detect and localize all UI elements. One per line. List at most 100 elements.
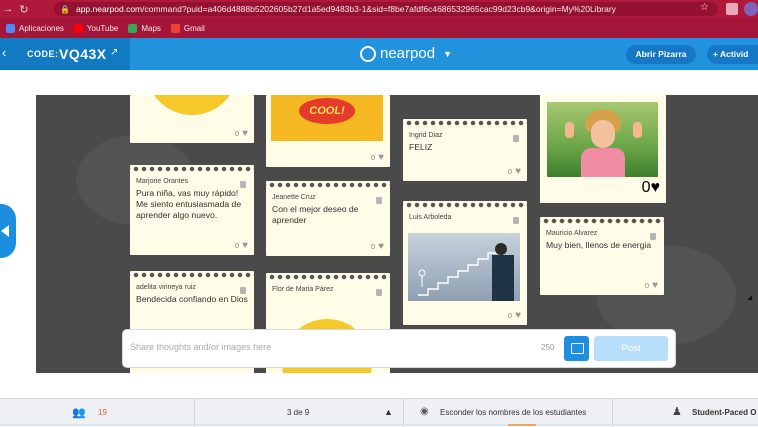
- post-composer: Share thoughts and/or images here 250 Po…: [123, 330, 675, 367]
- like-count: 0: [644, 281, 650, 290]
- smiley-image: [146, 95, 238, 115]
- like-counter[interactable]: 0♥: [645, 280, 658, 291]
- like-count: 0: [507, 311, 513, 320]
- heart-icon[interactable]: ♥: [515, 310, 521, 321]
- note-card[interactable]: Jeanette Cruz Con el mejor deseo de apre…: [266, 181, 390, 256]
- forward-icon[interactable]: →: [0, 3, 16, 15]
- cool-text: COOL!: [299, 98, 355, 124]
- heart-icon[interactable]: ♥: [651, 179, 661, 196]
- students-count: 19: [98, 408, 107, 417]
- like-counter[interactable]: 0♥: [235, 240, 248, 251]
- eye-icon: ◉: [420, 406, 429, 417]
- note-card[interactable]: 0♥: [540, 95, 666, 203]
- heart-icon[interactable]: ♥: [378, 241, 384, 252]
- like-counter[interactable]: 0♥: [371, 152, 384, 163]
- note-card[interactable]: Luis Arboleda 0 ♥: [403, 201, 527, 325]
- extension-icon[interactable]: [726, 3, 738, 15]
- trash-icon[interactable]: [376, 289, 382, 296]
- address-bar[interactable]: 🔒 app.nearpod.com/command?puid=a406d4888b…: [54, 2, 718, 16]
- note-card[interactable]: Ingrid Diaz FELIZ 0 ♥: [403, 119, 527, 181]
- like-counter[interactable]: 0♥: [508, 310, 521, 321]
- thumb-up-right: [633, 122, 642, 138]
- bookmark-label: Aplicaciones: [19, 23, 64, 33]
- child-shirt: [581, 148, 625, 177]
- note-text: Bendecida confiando en Dios: [136, 294, 248, 304]
- thumb-up-left: [565, 122, 574, 138]
- trash-icon[interactable]: [376, 197, 382, 204]
- trash-icon[interactable]: [240, 181, 246, 188]
- child-face: [591, 120, 615, 148]
- note-author: Marjorie Orantes: [136, 178, 189, 185]
- code-label: CODE:: [27, 49, 59, 59]
- note-author: Jeanette Cruz: [272, 194, 316, 201]
- students-icon: 👥: [72, 407, 86, 419]
- image-upload-icon[interactable]: [564, 336, 589, 361]
- chevron-down-icon[interactable]: ▼: [443, 49, 452, 59]
- previous-slide-button[interactable]: [0, 204, 16, 258]
- note-text: Muy bien, llenos de energia: [546, 240, 652, 250]
- bookmark-apps[interactable]: Aplicaciones: [6, 23, 64, 33]
- like-count: 0: [370, 153, 376, 162]
- bookmark-label: Maps: [141, 23, 161, 33]
- chevron-up-icon[interactable]: ▲: [384, 407, 393, 417]
- heart-icon[interactable]: ♥: [652, 280, 658, 291]
- note-author: adelita virineya ruiz: [136, 284, 196, 291]
- heart-icon[interactable]: ♥: [242, 128, 248, 139]
- note-card[interactable]: 0♥: [130, 95, 254, 143]
- open-whiteboard-button[interactable]: Abrir Pizarra: [626, 45, 696, 64]
- like-count: 0: [507, 167, 513, 176]
- note-spiral: [403, 119, 527, 130]
- hide-names-toggle[interactable]: Esconder los nombres de los estudiantes: [440, 408, 586, 417]
- external-link-icon[interactable]: ↗: [110, 47, 118, 58]
- trash-icon[interactable]: [513, 135, 519, 142]
- note-card[interactable]: COOL! 0 ♥: [266, 95, 390, 167]
- student-paced-toggle[interactable]: Student-Paced O: [692, 408, 756, 417]
- bookmark-label: Gmail: [183, 23, 205, 33]
- bookmark-star-icon[interactable]: ☆: [700, 2, 709, 13]
- session-footer: 👥 19 3 de 9 ▲ ◉ Esconder los nombres de …: [0, 398, 758, 427]
- heart-icon[interactable]: ♥: [378, 152, 384, 163]
- composer-input[interactable]: Share thoughts and/or images here: [130, 342, 271, 352]
- note-spiral: [266, 273, 390, 284]
- like-count: 0: [234, 129, 240, 138]
- lock-icon: 🔒: [60, 5, 70, 14]
- like-count: 0: [641, 179, 651, 196]
- char-count: 250: [541, 343, 555, 352]
- like-counter[interactable]: 0♥: [508, 166, 521, 177]
- url-path: /command?puid=a406d4888b5202605b27d1a5ed…: [142, 4, 616, 14]
- page-indicator: 3 de 9: [287, 408, 310, 417]
- bookmark-label: YouTube: [86, 23, 119, 33]
- note-text: Con el mejor deseo de aprender: [272, 204, 359, 225]
- maps-icon: [128, 23, 138, 33]
- trash-icon[interactable]: [240, 287, 246, 294]
- happy-child-image: [547, 102, 658, 177]
- like-counter[interactable]: 0♥: [235, 128, 248, 139]
- nearpod-logo[interactable]: nearpod ▼: [360, 45, 452, 62]
- url-host: app.nearpod.com: [75, 4, 143, 14]
- bookmark-gmail[interactable]: Gmail: [170, 23, 205, 33]
- bookmark-youtube[interactable]: YouTube: [73, 23, 119, 33]
- reload-icon[interactable]: ↻: [16, 3, 32, 16]
- post-button[interactable]: Post: [594, 336, 668, 361]
- session-code: VQ43X: [59, 46, 107, 62]
- heart-icon[interactable]: ♥: [242, 240, 248, 251]
- note-spiral: [540, 217, 664, 228]
- note-spiral: [403, 201, 527, 212]
- session-code-box: ‹ CODE: VQ43X ↗: [0, 38, 130, 70]
- trash-icon[interactable]: [513, 217, 519, 224]
- bookmark-maps[interactable]: Maps: [128, 23, 161, 33]
- like-count: 0: [234, 241, 240, 250]
- trash-icon[interactable]: [650, 233, 656, 240]
- note-card[interactable]: Mauricio Alvarez Muy bien, llenos de ene…: [540, 217, 664, 295]
- like-counter[interactable]: 0♥: [371, 241, 384, 252]
- note-card[interactable]: Marjorie Orantes Pura niña, vas muy rápi…: [130, 165, 254, 255]
- like-counter[interactable]: 0♥: [642, 179, 660, 197]
- add-activity-button[interactable]: + Activid: [707, 45, 758, 64]
- heart-icon[interactable]: ♥: [515, 166, 521, 177]
- chevron-left-icon[interactable]: ‹: [2, 45, 6, 60]
- note-author: Luis Arboleda: [409, 214, 452, 221]
- student-paced-icon: ♟: [672, 406, 682, 418]
- profile-avatar[interactable]: [744, 2, 758, 16]
- staircase-drawing: [418, 243, 514, 301]
- note-text: Pura niña, vas muy rápido! Me siento ent…: [136, 188, 242, 220]
